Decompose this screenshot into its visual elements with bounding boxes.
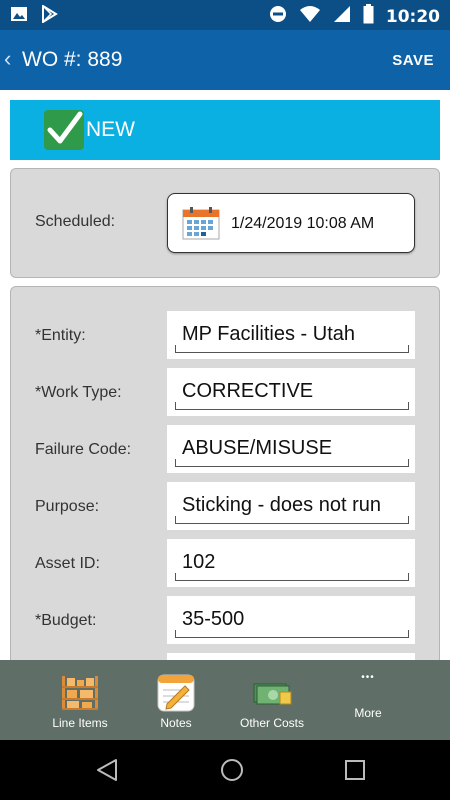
failure-code-field[interactable]: ABUSE/MISUSE xyxy=(167,425,415,473)
nav-line-items-label: Line Items xyxy=(52,716,108,730)
back-chevron-icon[interactable]: ‹ xyxy=(4,46,11,72)
nav-other-costs[interactable]: Other Costs xyxy=(222,660,322,740)
failure-code-underline xyxy=(175,459,409,467)
entity-label: *Entity: xyxy=(35,327,86,344)
budget-value: 35-500 xyxy=(182,608,245,630)
more-dots-icon: ••• xyxy=(361,672,375,683)
recents-square-icon[interactable] xyxy=(344,759,366,786)
scheduled-date-value: 1/24/2019 10:08 AM xyxy=(231,215,375,232)
work-order-form[interactable]: NEW Scheduled: 1/24/2019 10:08 AM *Entit… xyxy=(0,90,450,660)
purpose-value: Sticking - does not run xyxy=(182,494,381,516)
nav-more-label: More xyxy=(354,706,382,720)
money-icon xyxy=(252,680,292,711)
next-field-partial[interactable] xyxy=(167,653,415,660)
wifi-icon xyxy=(299,5,321,28)
nav-other-costs-label: Other Costs xyxy=(239,716,305,730)
purpose-label: Purpose: xyxy=(35,498,100,515)
asset-id-underline xyxy=(175,573,409,581)
work-type-underline xyxy=(175,402,409,410)
nav-notes-label: Notes xyxy=(160,716,192,730)
image-notification-icon xyxy=(10,5,28,28)
page-title: WO #: 889 xyxy=(22,48,123,71)
notepad-icon xyxy=(157,674,195,717)
nav-more[interactable]: ••• More xyxy=(318,660,418,740)
save-button[interactable]: SAVE xyxy=(392,52,434,69)
back-triangle-icon[interactable] xyxy=(96,758,118,787)
app-bar: ‹ WO #: 889 SAVE xyxy=(0,30,450,90)
system-nav-bar xyxy=(0,740,450,800)
scheduled-date-button[interactable]: 1/24/2019 10:08 AM xyxy=(167,193,415,253)
entity-underline xyxy=(175,345,409,353)
budget-field[interactable]: 35-500 xyxy=(167,596,415,644)
shelves-icon xyxy=(60,674,100,717)
home-circle-icon[interactable] xyxy=(220,758,244,787)
do-not-disturb-icon xyxy=(269,5,287,28)
schedule-panel: Scheduled: 1/24/2019 10:08 AM xyxy=(10,168,440,278)
asset-id-label: Asset ID: xyxy=(35,555,100,572)
failure-code-label: Failure Code: xyxy=(35,441,132,458)
play-store-notification-icon xyxy=(40,4,58,28)
status-label: NEW xyxy=(86,118,135,141)
bottom-nav: Line Items Notes Other Costs ••• More xyxy=(0,660,450,740)
scheduled-label: Scheduled: xyxy=(35,213,116,230)
purpose-field[interactable]: Sticking - does not run xyxy=(167,482,415,530)
purpose-underline xyxy=(175,516,409,524)
cell-signal-icon xyxy=(333,5,351,28)
checkmark-icon xyxy=(44,110,84,150)
work-type-field[interactable]: CORRECTIVE xyxy=(167,368,415,416)
asset-id-field[interactable]: 102 xyxy=(167,539,415,587)
asset-id-value: 102 xyxy=(182,551,216,573)
work-type-label: *Work Type: xyxy=(35,384,122,401)
entity-field[interactable]: MP Facilities - Utah xyxy=(167,311,415,359)
calendar-icon xyxy=(182,206,220,245)
status-bar: 10:20 xyxy=(0,0,450,30)
details-panel: *Entity: MP Facilities - Utah *Work Type… xyxy=(10,286,440,660)
budget-label: *Budget: xyxy=(35,612,97,629)
nav-notes[interactable]: Notes xyxy=(126,660,226,740)
clock: 10:20 xyxy=(385,6,440,27)
nav-line-items[interactable]: Line Items xyxy=(30,660,130,740)
status-banner: NEW xyxy=(10,100,440,160)
battery-icon xyxy=(363,4,374,29)
budget-underline xyxy=(175,630,409,638)
work-type-value: CORRECTIVE xyxy=(182,380,314,402)
failure-code-value: ABUSE/MISUSE xyxy=(182,437,333,459)
entity-value: MP Facilities - Utah xyxy=(182,323,356,345)
